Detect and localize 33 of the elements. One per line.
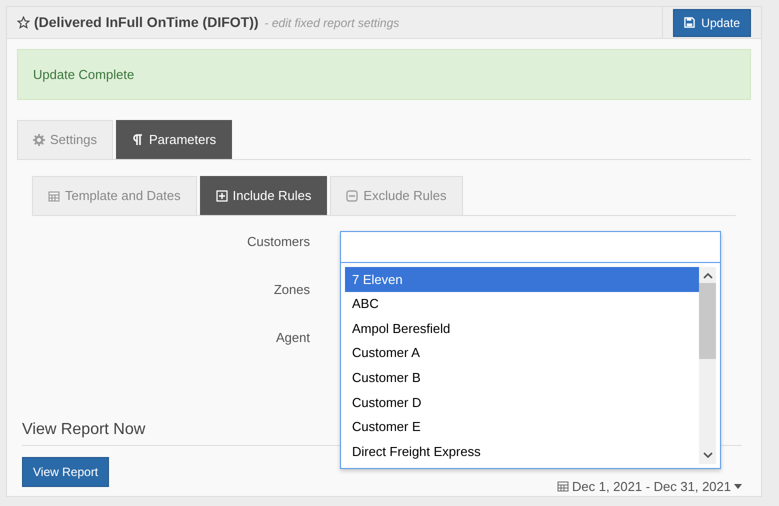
field-label: Zones	[272, 281, 310, 299]
update-button[interactable]: Update	[673, 8, 751, 36]
date-range-picker[interactable]: Dec 1, 2021 - Dec 31, 2021	[557, 476, 742, 496]
dropdown-option[interactable]: ABC	[345, 292, 699, 316]
calendar-icon	[48, 190, 60, 202]
caret-icon	[734, 484, 742, 489]
tab[interactable]: Parameters	[116, 120, 232, 159]
scroll-down-icon[interactable]	[702, 450, 712, 459]
pilcrow-icon	[132, 134, 144, 146]
dropdown-option[interactable]: Customer B	[345, 365, 699, 390]
view-report-button[interactable]: View Report	[22, 456, 110, 486]
report-title: (Delivered InFull OnTime (DIFOT))	[34, 13, 259, 32]
tab[interactable]: Include Rules	[200, 176, 328, 215]
gear-icon	[33, 134, 45, 146]
search-field[interactable]	[341, 232, 720, 263]
report-subtitle: - edit fixed report settings	[264, 14, 400, 32]
dropdown-option[interactable]: Ampol Beresfield	[345, 316, 699, 341]
success-alert: Update Complete	[17, 49, 751, 100]
field-label: Agent	[275, 329, 310, 347]
field-label: Customers	[246, 233, 310, 251]
dropdown-option[interactable]: Customer D	[345, 390, 699, 415]
calendar-icon	[557, 480, 569, 492]
plus-box-icon	[216, 190, 228, 202]
dropdown-option[interactable]: Customer A	[345, 340, 699, 366]
dropdown-option[interactable]: Direct Freight Express	[345, 439, 699, 464]
save-icon	[684, 17, 696, 28]
dropdown-option[interactable]: Customer E	[345, 414, 699, 440]
star-icon[interactable]	[17, 16, 30, 29]
section-heading: View Report Now	[22, 420, 146, 440]
dropdown-option[interactable]: 7 Eleven	[345, 267, 699, 292]
minus-box-icon	[346, 190, 358, 202]
scroll-up-icon[interactable]	[702, 272, 712, 280]
scrollbar[interactable]	[699, 267, 716, 464]
